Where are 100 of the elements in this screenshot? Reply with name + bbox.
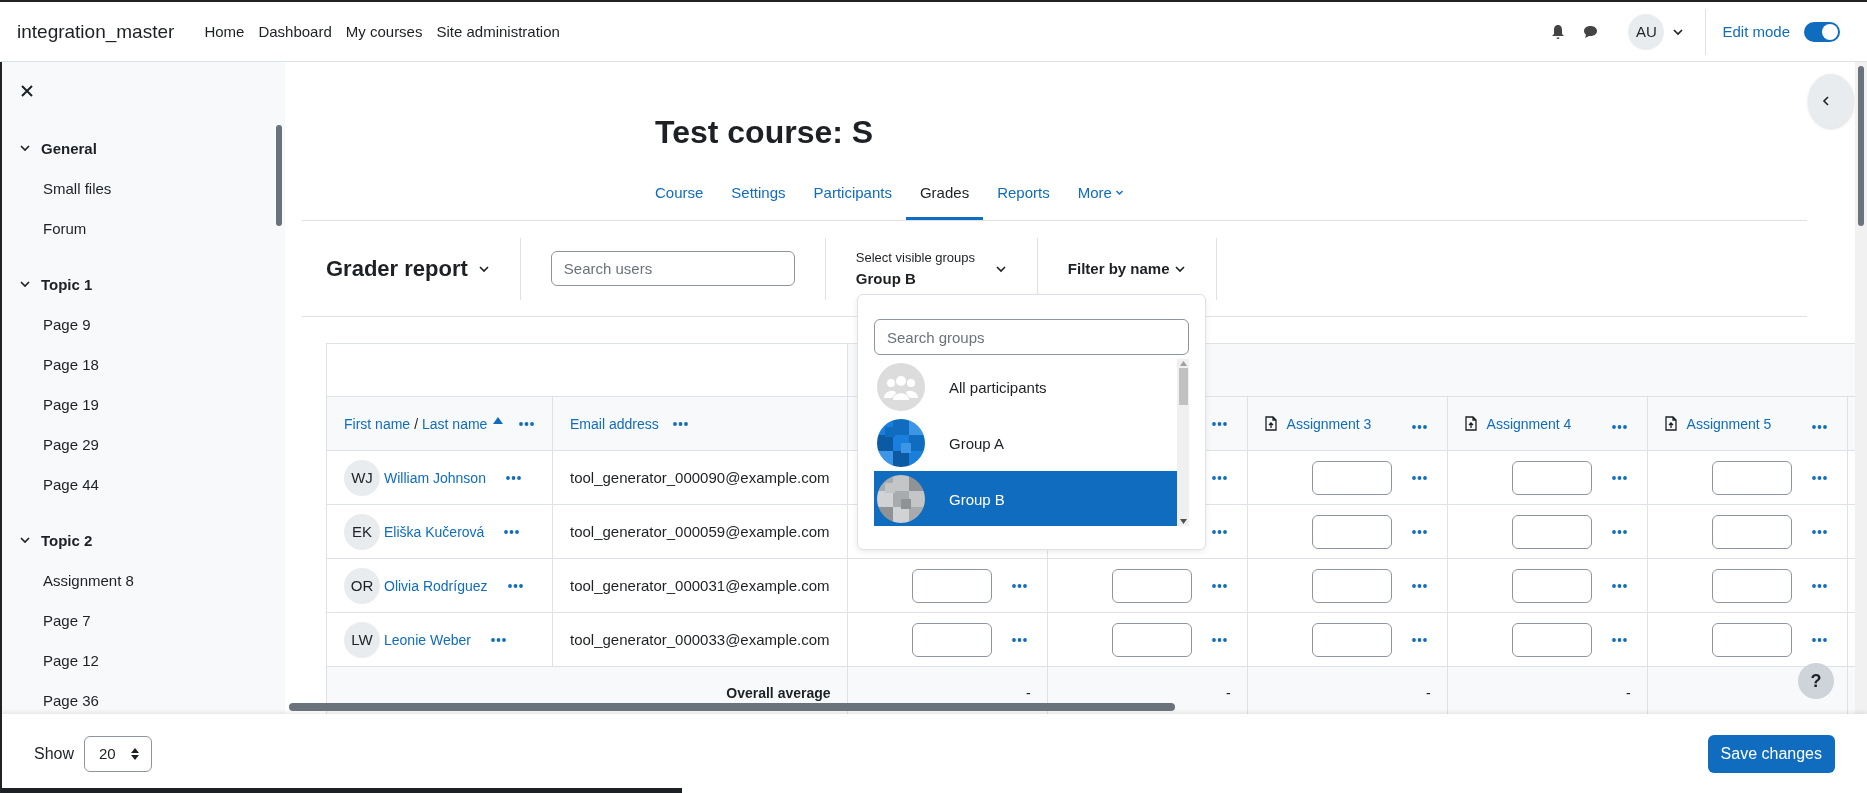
ellipsis-icon[interactable] xyxy=(1411,424,1427,429)
sidebar-item[interactable]: Forum xyxy=(43,219,87,237)
ellipsis-icon[interactable] xyxy=(1211,637,1227,642)
grade-field[interactable] xyxy=(1711,514,1792,549)
grade-field[interactable] xyxy=(1311,514,1392,549)
scrollbar[interactable] xyxy=(1177,359,1189,526)
column-header-link[interactable]: Assignment 4 xyxy=(1486,415,1572,432)
grade-field[interactable] xyxy=(911,622,992,657)
ellipsis-icon[interactable] xyxy=(505,475,521,480)
column-header-link[interactable]: Email address xyxy=(570,415,659,432)
grade-field[interactable] xyxy=(1111,622,1192,657)
ellipsis-icon[interactable] xyxy=(1811,637,1827,642)
ellipsis-icon[interactable] xyxy=(1611,475,1627,480)
sidebar-item[interactable]: Assignment 8 xyxy=(43,571,134,589)
ellipsis-icon[interactable] xyxy=(490,637,506,642)
grade-field[interactable] xyxy=(911,568,992,603)
nav-link[interactable]: Dashboard xyxy=(258,23,332,40)
user-avatar[interactable]: AU xyxy=(1628,13,1665,50)
section-title[interactable]: General xyxy=(41,139,97,157)
scrollbar[interactable] xyxy=(1855,62,1867,714)
ellipsis-icon[interactable] xyxy=(1411,583,1427,588)
per-page-select[interactable]: 20 xyxy=(84,735,153,772)
user-name-link[interactable]: Eliška Kučerová xyxy=(384,523,485,540)
grade-field[interactable] xyxy=(1511,568,1592,603)
nav-link[interactable]: My courses xyxy=(345,23,423,40)
edit-mode-toggle[interactable] xyxy=(1804,21,1840,42)
group-option[interactable]: Group B xyxy=(874,471,1177,526)
column-header-link[interactable]: Assignment 3 xyxy=(1286,415,1372,432)
ellipsis-icon[interactable] xyxy=(1211,529,1227,534)
course-tab[interactable]: Participants xyxy=(799,167,906,220)
grade-field[interactable] xyxy=(1311,622,1392,657)
filter-dropdown[interactable]: Filter by name xyxy=(1067,260,1170,277)
course-tab[interactable]: More xyxy=(1063,167,1138,220)
group-option[interactable]: Group A xyxy=(874,415,1177,471)
ellipsis-icon[interactable] xyxy=(1811,475,1827,480)
grade-field[interactable] xyxy=(1711,460,1792,495)
chat-icon[interactable] xyxy=(1583,24,1599,39)
nav-link[interactable]: Site administration xyxy=(436,23,560,40)
course-tab[interactable]: Settings xyxy=(717,167,800,220)
user-name-link[interactable]: Olivia Rodríguez xyxy=(384,577,488,594)
sidebar-item[interactable]: Page 19 xyxy=(43,395,99,413)
sidebar-item[interactable]: Page 36 xyxy=(43,691,99,709)
group-selector-value[interactable]: Group B xyxy=(855,270,976,287)
user-name-link[interactable]: William Johnson xyxy=(384,469,486,486)
ellipsis-icon[interactable] xyxy=(1211,421,1227,426)
scrollbar-thumb[interactable] xyxy=(276,125,282,226)
ellipsis-icon[interactable] xyxy=(1211,475,1227,480)
grade-field[interactable] xyxy=(1511,514,1592,549)
nav-link[interactable]: Home xyxy=(204,23,245,40)
sidebar-item[interactable]: Page 9 xyxy=(43,315,91,333)
user-name-link[interactable]: Leonie Weber xyxy=(384,631,471,648)
ellipsis-icon[interactable] xyxy=(672,421,688,426)
scroll-down-icon[interactable] xyxy=(1179,519,1187,524)
search-field[interactable]: Search users xyxy=(550,251,795,286)
sidebar-item[interactable]: Page 44 xyxy=(43,475,99,493)
site-name[interactable]: integration_master xyxy=(17,20,175,43)
ellipsis-icon[interactable] xyxy=(1011,583,1027,588)
grade-field[interactable] xyxy=(1311,460,1392,495)
sidebar-item[interactable]: Page 7 xyxy=(43,611,91,629)
ellipsis-icon[interactable] xyxy=(1411,637,1427,642)
bell-icon[interactable] xyxy=(1551,23,1566,40)
ellipsis-icon[interactable] xyxy=(1211,583,1227,588)
column-header-link[interactable]: Assignment 5 xyxy=(1686,415,1772,432)
save-button[interactable]: Save changes xyxy=(1707,734,1835,773)
ellipsis-icon[interactable] xyxy=(1811,424,1827,429)
sidebar-item[interactable]: Page 12 xyxy=(43,651,99,669)
column-header-link[interactable]: Last name xyxy=(422,415,488,432)
grade-field[interactable] xyxy=(1511,460,1592,495)
ellipsis-icon[interactable] xyxy=(1611,583,1627,588)
report-selector[interactable]: Grader report xyxy=(326,255,468,282)
ellipsis-icon[interactable] xyxy=(1611,424,1627,429)
course-tab[interactable]: Course xyxy=(641,167,718,220)
group-option[interactable]: All participants xyxy=(874,359,1177,415)
sort-ascending-icon[interactable] xyxy=(493,417,504,424)
section-title[interactable]: Topic 2 xyxy=(41,531,93,549)
grade-field[interactable] xyxy=(1711,622,1792,657)
ellipsis-icon[interactable] xyxy=(1411,529,1427,534)
section-title[interactable]: Topic 1 xyxy=(41,275,93,293)
sidebar-item[interactable]: Page 29 xyxy=(43,435,99,453)
sidebar-item[interactable]: Small files xyxy=(43,179,112,197)
sidebar-item[interactable]: Page 18 xyxy=(43,355,99,373)
ellipsis-icon[interactable] xyxy=(1811,583,1827,588)
ellipsis-icon[interactable] xyxy=(1611,637,1627,642)
course-tab[interactable]: Grades xyxy=(905,167,984,220)
drawer-toggle-button[interactable] xyxy=(1808,74,1854,128)
ellipsis-icon[interactable] xyxy=(1811,529,1827,534)
scrollbar-thumb[interactable] xyxy=(1178,368,1188,405)
column-header-link[interactable]: First name xyxy=(344,415,411,432)
grade-field[interactable] xyxy=(1311,568,1392,603)
grade-field[interactable] xyxy=(1711,568,1792,603)
grade-field[interactable] xyxy=(1111,568,1192,603)
search-field[interactable]: Search groups xyxy=(874,319,1189,355)
ellipsis-icon[interactable] xyxy=(504,529,520,534)
ellipsis-icon[interactable] xyxy=(519,421,535,426)
ellipsis-icon[interactable] xyxy=(1611,529,1627,534)
scrollbar-thumb[interactable] xyxy=(289,703,1175,711)
ellipsis-icon[interactable] xyxy=(507,583,523,588)
close-icon[interactable] xyxy=(20,84,34,98)
ellipsis-icon[interactable] xyxy=(1011,637,1027,642)
grade-field[interactable] xyxy=(1511,622,1592,657)
